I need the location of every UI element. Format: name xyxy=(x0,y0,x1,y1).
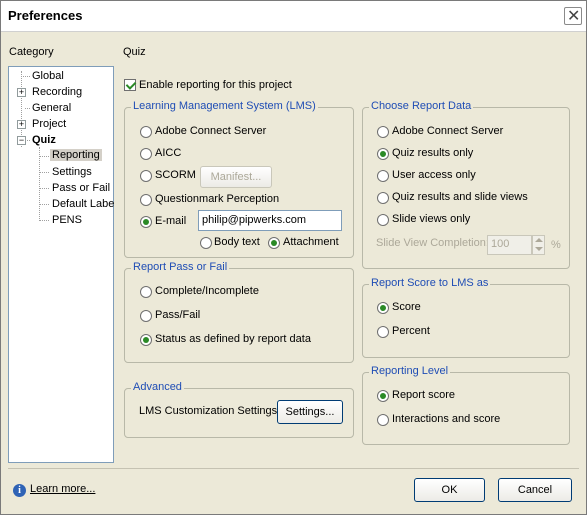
report-score-title: Report Score to LMS as xyxy=(369,277,491,289)
attachment-label: Attachment xyxy=(283,236,339,248)
report-pass-fail-title: Report Pass or Fail xyxy=(131,261,230,273)
body-text-label: Body text xyxy=(214,236,260,248)
score-radio[interactable] xyxy=(377,302,389,314)
advanced-title: Advanced xyxy=(131,381,184,393)
tree-item-reporting[interactable]: Reporting xyxy=(50,149,102,161)
enable-reporting-checkbox[interactable] xyxy=(124,79,136,91)
report-score-radio[interactable] xyxy=(377,390,389,402)
percent-option-label: Percent xyxy=(392,325,430,337)
category-tree: Global + Recording General + Project − Q… xyxy=(8,66,114,463)
lms-email-radio[interactable] xyxy=(140,216,152,228)
pass-fail-label: Pass/Fail xyxy=(155,309,201,321)
footer-separator xyxy=(8,468,579,469)
slide-views-only-label: Slide views only xyxy=(392,213,471,225)
interactions-score-radio[interactable] xyxy=(377,414,389,426)
report-adobe-connect-label: Adobe Connect Server xyxy=(392,125,504,137)
reporting-level-title: Reporting Level xyxy=(369,365,451,377)
lms-adobe-connect-radio[interactable] xyxy=(140,126,152,138)
lms-aicc-radio[interactable] xyxy=(140,148,152,160)
stepper-arrows[interactable] xyxy=(532,235,545,255)
tree-item-pass-or-fail[interactable]: Pass or Fail xyxy=(52,182,110,194)
lms-customization-label: LMS Customization Settings xyxy=(139,405,278,417)
complete-incomplete-radio[interactable] xyxy=(140,286,152,298)
quiz-results-only-radio[interactable] xyxy=(377,148,389,160)
pass-fail-radio[interactable] xyxy=(140,310,152,322)
close-button[interactable]: ✕ xyxy=(564,7,582,25)
category-label: Category xyxy=(9,46,54,58)
tree-item-recording[interactable]: Recording xyxy=(32,86,82,98)
report-adobe-connect-radio[interactable] xyxy=(377,126,389,138)
title-bar: Preferences ✕ xyxy=(1,1,586,32)
cancel-button[interactable]: Cancel xyxy=(498,478,572,502)
lms-adobe-connect-label: Adobe Connect Server xyxy=(155,125,267,137)
lms-aicc-label: AICC xyxy=(155,147,182,159)
percent-radio[interactable] xyxy=(377,326,389,338)
user-access-only-label: User access only xyxy=(392,169,476,181)
body-text-radio[interactable] xyxy=(200,237,212,249)
choose-report-data-title: Choose Report Data xyxy=(369,100,474,112)
slide-view-completion-label: Slide View Completion: xyxy=(376,237,489,249)
slide-views-only-radio[interactable] xyxy=(377,214,389,226)
report-score-label: Report score xyxy=(392,389,455,401)
preferences-dialog: Preferences ✕ Category Quiz Global + Rec… xyxy=(0,0,587,515)
reporting-level-group: Reporting Level xyxy=(362,365,570,445)
complete-incomplete-label: Complete/Incomplete xyxy=(155,285,259,297)
page-title: Quiz xyxy=(123,46,146,58)
settings-button[interactable]: Settings... xyxy=(277,400,343,424)
lms-scorm-label: SCORM xyxy=(155,169,196,181)
learn-more-link[interactable]: Learn more... xyxy=(30,483,95,495)
tree-item-pens[interactable]: PENS xyxy=(52,214,82,226)
lms-questionmark-radio[interactable] xyxy=(140,194,152,206)
quiz-results-slide-views-label: Quiz results and slide views xyxy=(392,191,528,203)
enable-reporting-label: Enable reporting for this project xyxy=(139,79,292,91)
lms-scorm-radio[interactable] xyxy=(140,170,152,182)
lms-questionmark-label: Questionmark Perception xyxy=(155,193,280,205)
percent-label: % xyxy=(551,239,561,251)
window-title: Preferences xyxy=(8,8,83,23)
tree-item-global[interactable]: Global xyxy=(32,70,64,82)
lms-group-title: Learning Management System (LMS) xyxy=(131,100,318,112)
tree-item-default-labels[interactable]: Default Labe xyxy=(52,198,114,210)
tree-item-general[interactable]: General xyxy=(32,102,71,114)
status-report-data-label: Status as defined by report data xyxy=(155,333,311,345)
attachment-radio[interactable] xyxy=(268,237,280,249)
expand-icon[interactable]: + xyxy=(17,120,26,129)
slide-view-completion-stepper[interactable]: 100 xyxy=(487,235,532,255)
interactions-score-label: Interactions and score xyxy=(392,413,501,425)
quiz-results-only-label: Quiz results only xyxy=(392,147,474,159)
score-label: Score xyxy=(392,301,421,313)
report-score-group: Report Score to LMS as xyxy=(362,277,570,358)
email-field[interactable]: philip@pipwerks.com xyxy=(198,210,342,231)
close-icon: ✕ xyxy=(567,8,581,25)
status-report-data-radio[interactable] xyxy=(140,334,152,346)
collapse-icon[interactable]: − xyxy=(17,136,26,145)
expand-icon[interactable]: + xyxy=(17,88,26,97)
tree-item-settings[interactable]: Settings xyxy=(52,166,92,178)
user-access-only-radio[interactable] xyxy=(377,170,389,182)
ok-button[interactable]: OK xyxy=(414,478,485,502)
chevron-down-icon xyxy=(535,247,543,251)
tree-item-quiz[interactable]: Quiz xyxy=(32,134,56,146)
info-icon: i xyxy=(13,484,26,497)
tree-item-project[interactable]: Project xyxy=(32,118,66,130)
manifest-button[interactable]: Manifest... xyxy=(200,166,272,188)
chevron-up-icon xyxy=(535,238,543,242)
quiz-results-slide-views-radio[interactable] xyxy=(377,192,389,204)
lms-email-label: E-mail xyxy=(155,215,187,227)
